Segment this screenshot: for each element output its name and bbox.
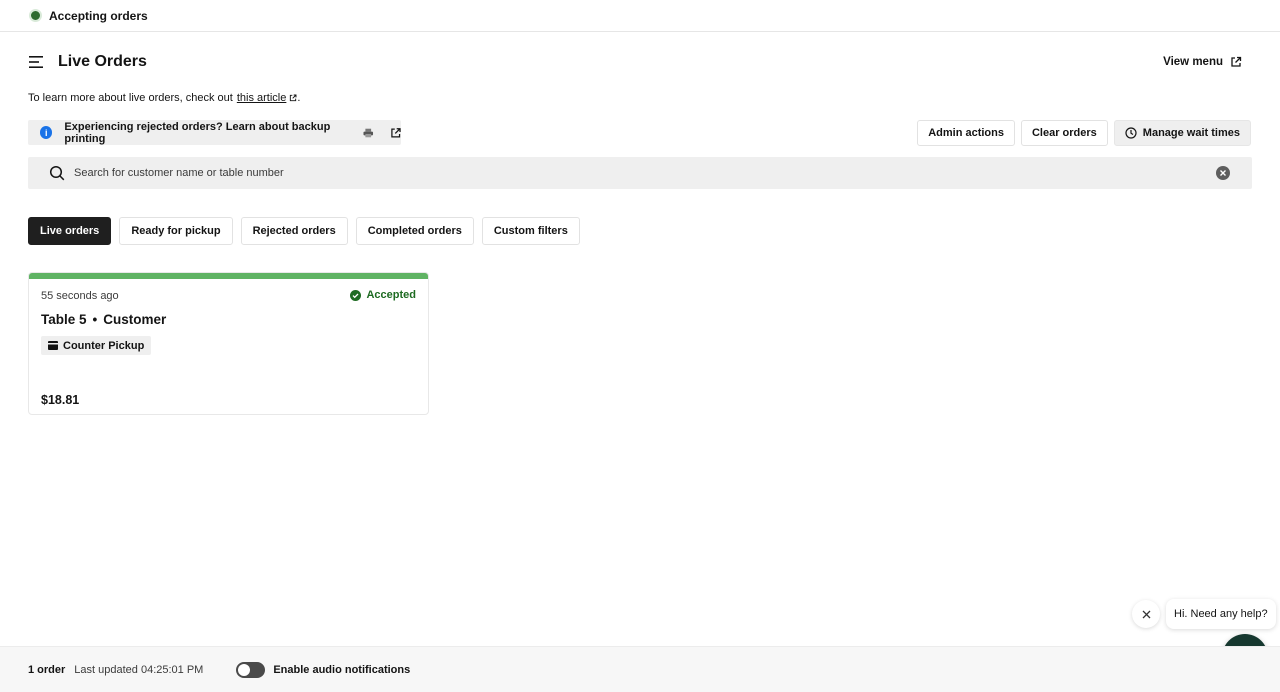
status-indicator-icon: [29, 9, 42, 22]
view-menu-link[interactable]: View menu: [1163, 56, 1252, 68]
footer-bar: 1 order Last updated 04:25:01 PM Enable …: [0, 646, 1280, 692]
pickup-type-label: Counter Pickup: [63, 339, 145, 352]
article-link[interactable]: this article: [237, 92, 287, 104]
tab-live-orders[interactable]: Live orders: [28, 217, 112, 245]
learn-more-text: To learn more about live orders, check o…: [28, 92, 300, 104]
tab-custom-filters[interactable]: Custom filters: [481, 217, 580, 245]
learn-prefix: To learn more about live orders, check o…: [28, 92, 233, 104]
manage-wait-times-label: Manage wait times: [1142, 127, 1240, 139]
audio-notifications-label: Enable audio notifications: [273, 663, 411, 676]
order-time-ago: 55 seconds ago: [41, 290, 119, 302]
status-label: Accepting orders: [49, 8, 148, 23]
header-left: Live Orders: [28, 53, 147, 71]
order-status-label: Accepted: [366, 289, 416, 301]
info-icon: i: [40, 126, 53, 139]
order-card[interactable]: 55 seconds ago Accepted Table 5 • Custom…: [28, 272, 429, 415]
last-updated: Last updated 04:25:01 PM: [74, 663, 204, 676]
clear-orders-button[interactable]: Clear orders: [1020, 120, 1108, 146]
order-search: [28, 157, 1252, 189]
clock-icon: [1125, 127, 1137, 139]
hamburger-menu-icon[interactable]: [28, 55, 44, 69]
tab-rejected-orders[interactable]: Rejected orders: [240, 217, 348, 245]
order-filter-tabs: Live orders Ready for pickup Rejected or…: [28, 217, 580, 245]
close-icon: [1142, 610, 1150, 618]
order-total: $18.81: [41, 393, 80, 407]
manage-wait-times-button[interactable]: Manage wait times: [1113, 120, 1251, 146]
external-link-icon: [290, 94, 297, 102]
counter-icon: [48, 341, 58, 350]
external-link-icon[interactable]: [390, 127, 401, 139]
close-chat-prompt-button[interactable]: [1132, 600, 1160, 628]
search-icon: [49, 165, 65, 181]
notice-text: Experiencing rejected orders? Learn abou…: [64, 120, 331, 145]
learn-suffix: .: [297, 92, 301, 104]
external-link-icon: [1231, 56, 1242, 67]
order-status-badge: Accepted: [350, 289, 416, 301]
page-title: Live Orders: [58, 53, 147, 70]
backup-printing-notice[interactable]: i Experiencing rejected orders? Learn ab…: [28, 120, 401, 145]
order-count: 1 order: [28, 663, 66, 676]
search-input[interactable]: [74, 167, 1216, 179]
tab-ready-for-pickup[interactable]: Ready for pickup: [119, 217, 233, 245]
view-menu-label: View menu: [1163, 56, 1223, 68]
admin-actions-button[interactable]: Admin actions: [917, 120, 1015, 146]
toggle-knob: [238, 663, 251, 676]
audio-notifications-toggle[interactable]: [236, 661, 266, 678]
check-circle-icon: [350, 289, 362, 301]
order-title: Table 5 • Customer: [41, 312, 166, 327]
tab-completed-orders[interactable]: Completed orders: [355, 217, 474, 245]
page-header: Live Orders View menu: [28, 50, 1252, 74]
chat-greeting[interactable]: Hi. Need any help?: [1166, 599, 1276, 629]
status-bar: Accepting orders: [0, 0, 1280, 32]
title-separator: •: [92, 312, 98, 327]
order-actions: Admin actions Clear orders Manage wait t…: [917, 120, 1251, 146]
pickup-type-tag: Counter Pickup: [41, 336, 152, 355]
order-status-bar: [29, 273, 428, 279]
order-table: Table 5: [41, 312, 87, 327]
order-customer: Customer: [103, 312, 167, 327]
clear-search-icon[interactable]: [1216, 166, 1230, 180]
printer-icon: [363, 128, 374, 137]
